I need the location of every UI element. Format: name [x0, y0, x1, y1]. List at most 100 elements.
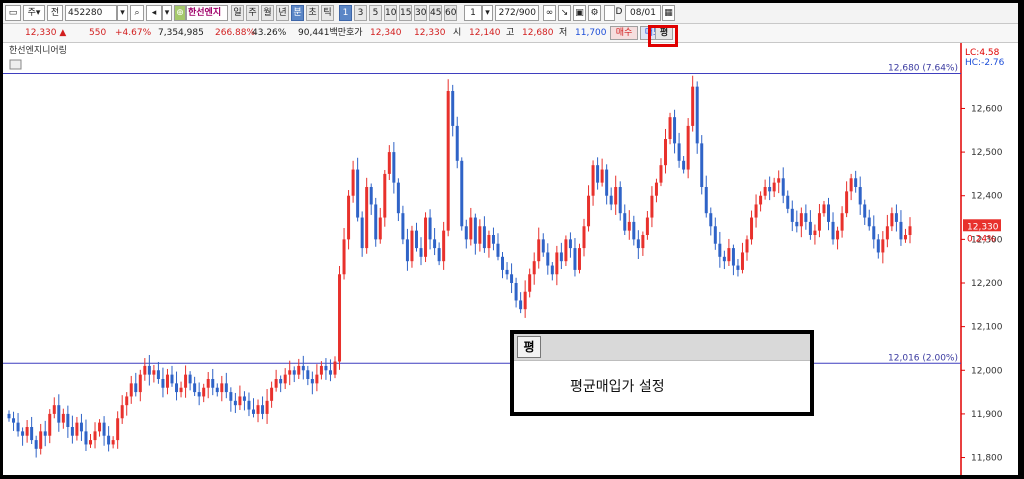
candle-body-200: [908, 226, 912, 235]
candle-body-161: [731, 248, 735, 266]
candle-body-54: [247, 400, 251, 410]
candle-body-20: [93, 431, 97, 441]
candle-body-184: [836, 230, 840, 240]
minute-button-2[interactable]: 3: [354, 5, 367, 21]
search-icon[interactable]: ⌕: [130, 5, 144, 21]
candle-body-196: [890, 213, 894, 227]
candle-body-127: [577, 248, 581, 270]
candle-body-29: [134, 383, 138, 393]
avg-price-setting-item[interactable]: 평균매입가 설정: [570, 376, 665, 396]
candle-body-81: [369, 187, 373, 205]
candle-body-15: [70, 427, 74, 436]
link-icon[interactable]: ∞: [543, 5, 556, 21]
hc-label: HC:-2.76: [965, 58, 1005, 68]
period-button-7[interactable]: 틱: [321, 5, 334, 21]
candle-body-44: [202, 387, 206, 397]
candle-body-68: [310, 379, 314, 384]
candle-body-32: [147, 365, 151, 375]
chart-toolbar: ▭ 주▾ 전 452280 ▾ ⌕ ◂ ▾ ⊕ 한선엔지니 일주월년분초틱 13…: [3, 3, 1018, 24]
count-input[interactable]: 272/900: [495, 5, 539, 21]
minute-button-1[interactable]: 1: [339, 5, 352, 21]
candle-body-7: [34, 440, 38, 449]
candle-body-26: [120, 405, 124, 419]
candle-body-155: [704, 187, 708, 214]
calendar-icon[interactable]: ▦: [662, 5, 675, 21]
candle-body-63: [288, 370, 292, 375]
candle-body-43: [197, 392, 201, 397]
candle-body-96: [437, 248, 441, 262]
candle-body-128: [582, 226, 586, 249]
candle-body-145: [659, 165, 663, 183]
count-total: /900: [515, 8, 536, 18]
candle-body-104: [473, 217, 477, 244]
bid-price-2: 12,330: [414, 28, 446, 38]
minute-button-4[interactable]: 10: [384, 5, 397, 21]
candle-body-142: [645, 217, 649, 235]
candle-body-76: [347, 195, 351, 240]
candle-body-89: [405, 239, 409, 262]
stock-name-field[interactable]: 한선엔지니: [186, 5, 228, 21]
candle-body-130: [591, 165, 595, 196]
market-select[interactable]: 주▾: [23, 5, 45, 21]
gear-icon[interactable]: ⚙: [588, 5, 601, 21]
candle-body-157: [713, 226, 717, 244]
candle-body-178: [808, 221, 812, 235]
chart-settings-icon[interactable]: [9, 59, 22, 70]
buy-button[interactable]: 매수: [610, 26, 638, 40]
save-icon[interactable]: ▣: [573, 5, 586, 21]
candle-body-183: [831, 221, 835, 240]
period-button-6[interactable]: 초: [306, 5, 319, 21]
minute-button-3[interactable]: 5: [369, 5, 382, 21]
candle-body-78: [356, 169, 360, 218]
d-checkbox[interactable]: [604, 5, 615, 21]
candle-body-141: [641, 235, 645, 249]
volume-ratio: 266.88%: [215, 28, 256, 38]
candle-body-50: [229, 392, 233, 401]
candle-body-171: [777, 178, 781, 183]
candle-body-103: [469, 217, 473, 240]
candle-body-99: [451, 91, 455, 126]
minute-button-5[interactable]: 15: [399, 5, 412, 21]
y-tick-label-9: 11,800: [971, 454, 1003, 464]
candle-body-74: [338, 274, 342, 362]
candle-body-49: [224, 383, 228, 393]
unit-input[interactable]: 1: [464, 5, 482, 21]
candle-body-35: [161, 379, 165, 388]
market-select-label: 주: [27, 8, 36, 18]
minute-button-8[interactable]: 60: [444, 5, 457, 21]
candle-body-151: [686, 125, 690, 170]
code-dropdown-icon[interactable]: ▾: [117, 5, 128, 21]
turnover-rate: 43.26%: [252, 28, 287, 38]
period-button-2[interactable]: 주: [246, 5, 259, 21]
date-input[interactable]: 08/01: [625, 5, 661, 21]
speaker-icon[interactable]: ◂: [146, 5, 162, 21]
candle-body-164: [745, 239, 749, 253]
period-button-5[interactable]: 분: [291, 5, 304, 21]
window-menu-icon[interactable]: ▭: [5, 5, 21, 21]
favorite-icon[interactable]: ⊕: [174, 5, 186, 21]
high-price: 12,680: [522, 28, 554, 38]
candle-body-69: [315, 374, 319, 384]
candle-body-146: [664, 139, 668, 166]
candle-body-192: [872, 226, 876, 240]
minute-button-7[interactable]: 45: [429, 5, 442, 21]
candle-body-177: [804, 213, 808, 222]
period-button-4[interactable]: 년: [276, 5, 289, 21]
candle-body-27: [125, 396, 129, 406]
unit-dropdown-icon[interactable]: ▾: [482, 5, 493, 21]
candle-body-106: [482, 226, 486, 249]
candle-body-95: [433, 239, 437, 249]
period-button-3[interactable]: 월: [261, 5, 274, 21]
candle-body-179: [813, 230, 817, 235]
all-market-button[interactable]: 전: [47, 5, 63, 21]
candle-body-46: [211, 379, 215, 388]
open-price: 12,140: [469, 28, 501, 38]
candle-body-34: [156, 370, 160, 379]
candle-body-71: [324, 365, 328, 371]
stock-code-input[interactable]: 452280: [65, 5, 117, 21]
trend-tool-icon[interactable]: ↘: [558, 5, 571, 21]
period-button-1[interactable]: 일: [231, 5, 244, 21]
minute-button-6[interactable]: 30: [414, 5, 427, 21]
speaker-dropdown-icon[interactable]: ▾: [162, 5, 172, 21]
candle-body-136: [618, 187, 622, 214]
